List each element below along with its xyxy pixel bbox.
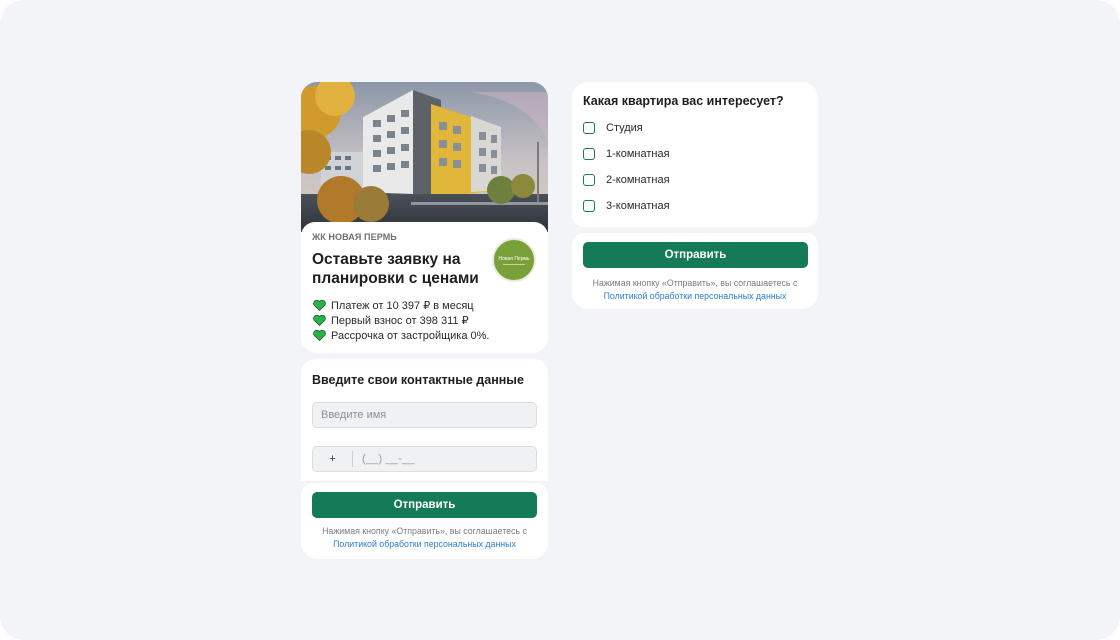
quiz-form-right: Какая квартира вас интересует? Студия 1-… (572, 82, 818, 309)
consent-text: Нажимая кнопку «Отправить», вы соглашает… (592, 278, 798, 288)
privacy-policy-link[interactable]: Политикой обработки персональных данных (572, 290, 818, 303)
submit-button[interactable]: Отправить (312, 492, 537, 518)
quiz-card: Какая квартира вас интересует? Студия 1-… (572, 82, 818, 227)
phone-input[interactable]: (__) __-__ (362, 453, 415, 465)
benefit-text: Первый взнос от 398 311 ₽ (331, 315, 469, 327)
heart-icon (313, 330, 326, 341)
project-tag: ЖК НОВАЯ ПЕРМЬ (312, 232, 397, 242)
submit-card-left: Отправить Нажимая кнопку «Отправить», вы… (301, 483, 548, 559)
hero-card: ЖК НОВАЯ ПЕРМЬ Оставьте заявку на планир… (301, 82, 548, 353)
name-field (312, 402, 537, 428)
logo-badge: Новая Пермь (492, 238, 536, 282)
option-label: 1-комнатная (606, 148, 670, 160)
logo-underline (503, 263, 525, 265)
submit-card-right: Отправить Нажимая кнопку «Отправить», вы… (572, 233, 818, 309)
consent-note: Нажимая кнопку «Отправить», вы соглашает… (301, 525, 548, 550)
option-label: Студия (606, 122, 643, 134)
page-background: ЖК НОВАЯ ПЕРМЬ Оставьте заявку на планир… (0, 0, 1120, 640)
checkbox-icon[interactable] (583, 174, 595, 186)
checkbox-icon[interactable] (583, 148, 595, 160)
heart-icon (313, 315, 326, 326)
building-photo (301, 82, 548, 232)
option-1-room[interactable]: 1-комнатная (583, 148, 670, 160)
checkbox-icon[interactable] (583, 122, 595, 134)
option-studio[interactable]: Студия (583, 122, 643, 134)
benefit-text: Платеж от 10 397 ₽ в месяц (331, 300, 474, 312)
consent-note: Нажимая кнопку «Отправить», вы соглашает… (572, 277, 818, 302)
name-input[interactable] (313, 403, 536, 427)
phone-country-code[interactable]: + (313, 451, 353, 467)
hero-info: ЖК НОВАЯ ПЕРМЬ Оставьте заявку на планир… (301, 222, 548, 353)
benefit-item: Первый взнос от 398 311 ₽ (313, 313, 489, 328)
benefit-text: Рассрочка от застройщика 0%. (331, 329, 490, 342)
benefit-item: Рассрочка от застройщика 0%. (313, 328, 489, 343)
lead-form-left: ЖК НОВАЯ ПЕРМЬ Оставьте заявку на планир… (301, 82, 548, 559)
checkbox-icon[interactable] (583, 200, 595, 212)
option-label: 2-комнатная (606, 174, 670, 186)
benefit-item: Платеж от 10 397 ₽ в месяц (313, 298, 489, 313)
logo-text: Новая Пермь (498, 255, 530, 262)
heart-icon (313, 300, 326, 311)
contact-title: Введите свои контактные данные (312, 373, 524, 387)
submit-button[interactable]: Отправить (583, 242, 808, 268)
benefits-list: Платеж от 10 397 ₽ в месяц Первый взнос … (313, 298, 489, 343)
option-label: 3-комнатная (606, 200, 670, 212)
privacy-policy-link[interactable]: Политикой обработки персональных данных (301, 538, 548, 551)
hero-headline: Оставьте заявку на планировки с ценами (312, 251, 479, 287)
phone-field[interactable]: + (__) __-__ (312, 446, 537, 472)
contact-card: Введите свои контактные данные + (__) __… (301, 359, 548, 481)
option-2-room[interactable]: 2-комнатная (583, 174, 670, 186)
consent-text: Нажимая кнопку «Отправить», вы соглашает… (322, 526, 527, 536)
quiz-question: Какая квартира вас интересует? (583, 94, 784, 108)
option-3-room[interactable]: 3-комнатная (583, 200, 670, 212)
